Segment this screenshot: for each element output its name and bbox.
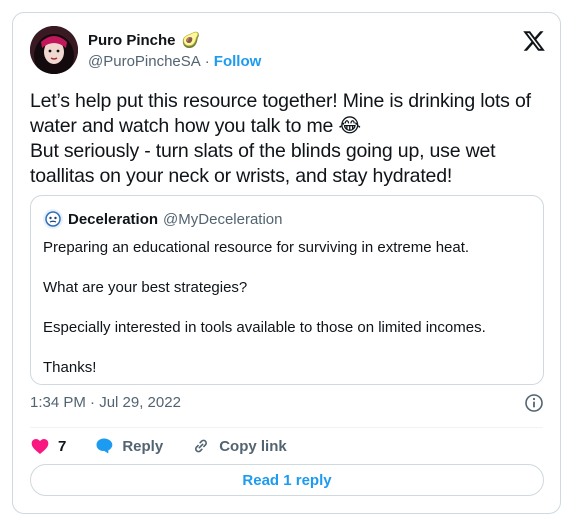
like-button[interactable]: 7 <box>30 436 66 456</box>
tweet-line-2: But seriously - turn slats of the blinds… <box>30 140 496 187</box>
author-handle[interactable]: @PuroPincheSA <box>88 53 201 70</box>
avocado-emoji: 🥑 <box>181 32 201 49</box>
tweet-line-1: Let’s help put this resource together! M… <box>30 90 531 137</box>
quoted-paragraph: What are your best strategies? <box>43 279 248 296</box>
heart-icon <box>31 439 49 454</box>
copy-link-label: Copy link <box>219 437 287 455</box>
tweet-card: Puro Pinche 🥑 @PuroPincheSA · Follow Let… <box>12 12 561 514</box>
read-replies-button[interactable]: Read 1 reply <box>30 464 544 496</box>
quoted-paragraph: Especially interested in tools available… <box>43 319 486 336</box>
like-count: 7 <box>58 437 67 455</box>
quoted-body: Preparing an educational resource for su… <box>43 238 533 398</box>
tweet-timestamp[interactable]: 1:34 PM · Jul 29, 2022 <box>30 394 181 411</box>
x-logo-icon[interactable] <box>522 29 546 53</box>
divider <box>30 427 543 428</box>
separator-dot: · <box>204 53 210 70</box>
info-icon[interactable] <box>524 393 544 413</box>
follow-button[interactable]: Follow <box>214 53 262 70</box>
author-handle-row: @PuroPincheSA · Follow <box>88 53 261 70</box>
link-icon <box>195 439 208 453</box>
tweet-text: Let’s help put this resource together! M… <box>30 89 550 189</box>
quoted-tweet[interactable]: Deceleration @MyDeceleration Preparing a… <box>30 195 544 385</box>
author-name-row: Puro Pinche 🥑 <box>88 30 200 50</box>
quoted-paragraph: Preparing an educational resource for su… <box>43 239 470 256</box>
author-display-name[interactable]: Puro Pinche <box>88 32 176 49</box>
reply-label: Reply <box>122 437 164 455</box>
copy-link-button[interactable]: Copy link <box>191 436 287 456</box>
quoted-handle: @MyDeceleration <box>163 210 283 228</box>
quoted-display-name: Deceleration <box>68 210 159 228</box>
quoted-header: Deceleration @MyDeceleration <box>43 209 282 229</box>
reply-bubble-icon <box>96 438 113 454</box>
action-bar: 7 Reply Copy link <box>30 434 315 458</box>
quoted-paragraph: Thanks! <box>43 359 97 376</box>
reply-button[interactable]: Reply <box>94 436 163 456</box>
quoted-avatar <box>43 209 63 229</box>
author-avatar[interactable] <box>30 26 78 74</box>
